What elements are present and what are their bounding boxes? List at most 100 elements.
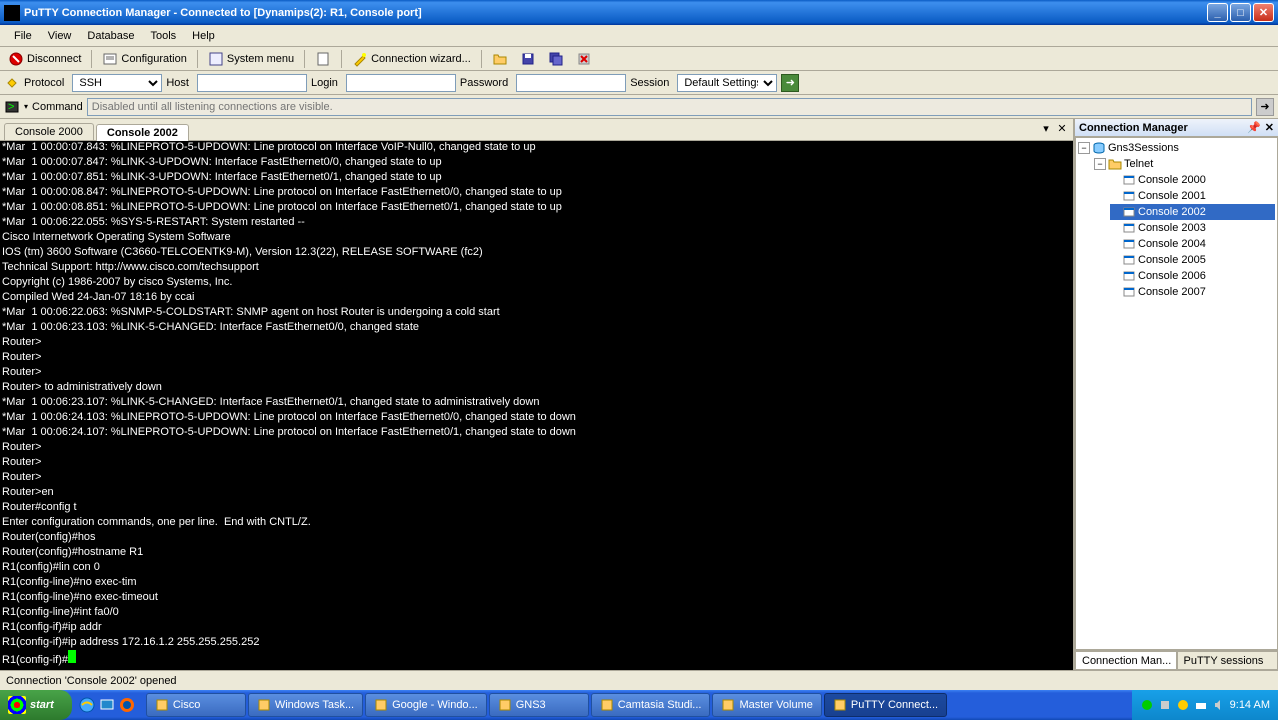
collapse-icon[interactable]: − [1078, 142, 1090, 154]
session-icon [1122, 237, 1136, 251]
menu-view[interactable]: View [40, 28, 80, 44]
app-icon [721, 698, 735, 712]
taskbar-button[interactable]: PuTTY Connect... [824, 693, 947, 717]
new-icon-button[interactable] [311, 49, 335, 69]
save-button[interactable] [516, 49, 540, 69]
close-db-button[interactable] [572, 49, 596, 69]
tree-group-telnet[interactable]: − Telnet [1094, 156, 1275, 172]
session-icon [1122, 269, 1136, 283]
terminal-output[interactable]: *Mar 1 00:00:07.843: %LINEPROTO-5-UPDOWN… [0, 141, 1073, 670]
terminal-line: *Mar 1 00:00:07.847: %LINK-3-UPDOWN: Int… [2, 155, 1071, 170]
save-all-icon [548, 51, 564, 67]
tree-root[interactable]: − Gns3Sessions [1078, 140, 1275, 156]
terminal-line: *Mar 1 00:06:23.103: %LINK-5-CHANGED: In… [2, 320, 1071, 335]
statusbar: Connection 'Console 2002' opened [0, 670, 1278, 690]
configuration-button[interactable]: Configuration [98, 49, 190, 69]
system-tray[interactable]: 9:14 AM [1132, 690, 1278, 720]
close-button[interactable]: ✕ [1253, 3, 1274, 22]
terminal-line: *Mar 1 00:00:07.851: %LINK-3-UPDOWN: Int… [2, 170, 1071, 185]
saveall-button[interactable] [544, 49, 568, 69]
terminal-line: R1(config-line)#no exec-timeout [2, 590, 1071, 605]
tray-icon[interactable] [1176, 698, 1190, 712]
terminal-line: Cisco Internetwork Operating System Soft… [2, 230, 1071, 245]
taskbar-button[interactable]: Camtasia Studi... [591, 693, 711, 717]
session-icon [1122, 189, 1136, 203]
menu-file[interactable]: File [6, 28, 40, 44]
app-icon [155, 698, 169, 712]
status-text: Connection 'Console 2002' opened [6, 675, 177, 687]
terminal-line: Copyright (c) 1986-2007 by cisco Systems… [2, 275, 1071, 290]
taskbar-button[interactable]: Master Volume [712, 693, 821, 717]
tree-session[interactable]: Console 2006 [1110, 268, 1275, 284]
session-select[interactable]: Default Settings [677, 74, 777, 92]
system-menu-icon [208, 51, 224, 67]
tree-session[interactable]: Console 2004 [1110, 236, 1275, 252]
tab-dropdown-button[interactable]: ▾ [1039, 121, 1053, 135]
firefox-icon[interactable] [118, 696, 136, 714]
tab-console-2000[interactable]: Console 2000 [4, 123, 94, 140]
host-input[interactable] [197, 74, 307, 92]
tree-session[interactable]: Console 2003 [1110, 220, 1275, 236]
tray-icon[interactable] [1140, 698, 1154, 712]
terminal-line: Router> [2, 350, 1071, 365]
terminal-line: Technical Support: http://www.cisco.com/… [2, 260, 1071, 275]
terminal-line: *Mar 1 00:00:08.847: %LINEPROTO-5-UPDOWN… [2, 185, 1071, 200]
taskbar-buttons: CiscoWindows Task...Google - Windo...GNS… [142, 693, 1132, 717]
minimize-button[interactable]: _ [1207, 3, 1228, 22]
connect-go-button[interactable]: ➜ [781, 74, 799, 92]
disconnect-button[interactable]: Disconnect [4, 49, 85, 69]
terminal-line: R1(config)#lin con 0 [2, 560, 1071, 575]
terminal-line: *Mar 1 00:06:22.055: %SYS-5-RESTART: Sys… [2, 215, 1071, 230]
ie-icon[interactable] [78, 696, 96, 714]
taskbar-button[interactable]: Cisco [146, 693, 246, 717]
terminal-tabs-bar: Console 2000 Console 2002 ▾ ✕ [0, 119, 1073, 141]
login-input[interactable] [346, 74, 456, 92]
tree-session[interactable]: Console 2001 [1110, 188, 1275, 204]
taskbar-button[interactable]: Google - Windo... [365, 693, 487, 717]
tab-connection-manager[interactable]: Connection Man... [1075, 651, 1177, 670]
collapse-icon[interactable]: − [1094, 158, 1106, 170]
panel-close-button[interactable]: ✕ [1265, 121, 1274, 134]
password-input[interactable] [516, 74, 626, 92]
close-db-icon [576, 51, 592, 67]
desktop-icon[interactable] [98, 696, 116, 714]
terminal-line: Router> [2, 455, 1071, 470]
terminal-line: *Mar 1 00:00:07.843: %LINEPROTO-5-UPDOWN… [2, 141, 1071, 155]
clock[interactable]: 9:14 AM [1230, 699, 1270, 711]
open-button[interactable] [488, 49, 512, 69]
tray-icon[interactable] [1158, 698, 1172, 712]
protocol-label: Protocol [24, 77, 64, 89]
connection-manager-header: Connection Manager 📌 ✕ [1075, 119, 1278, 137]
tab-close-button[interactable]: ✕ [1055, 121, 1069, 135]
protocol-select[interactable]: SSH [72, 74, 162, 92]
panel-bottom-tabs: Connection Man... PuTTY sessions [1075, 650, 1278, 670]
tree-session[interactable]: Console 2000 [1110, 172, 1275, 188]
terminal-line: Router> [2, 335, 1071, 350]
panel-pin-button[interactable]: 📌 [1247, 121, 1261, 134]
new-icon [315, 51, 331, 67]
session-icon [1122, 221, 1136, 235]
connection-tree[interactable]: − Gns3Sessions − Telnet Console 2000Cons… [1075, 137, 1278, 650]
start-button[interactable]: start [0, 690, 72, 720]
system-menu-button[interactable]: System menu [204, 49, 298, 69]
command-go-button[interactable]: ➜ [1256, 98, 1274, 116]
volume-icon[interactable] [1212, 698, 1226, 712]
maximize-button[interactable]: □ [1230, 3, 1251, 22]
session-icon [1122, 205, 1136, 219]
tree-session[interactable]: Console 2007 [1110, 284, 1275, 300]
session-icon [1122, 285, 1136, 299]
tree-session[interactable]: Console 2002 [1110, 204, 1275, 220]
menu-database[interactable]: Database [79, 28, 142, 44]
tab-console-2002[interactable]: Console 2002 [96, 124, 189, 141]
taskbar-button[interactable]: GNS3 [489, 693, 589, 717]
tree-session[interactable]: Console 2005 [1110, 252, 1275, 268]
menu-help[interactable]: Help [184, 28, 223, 44]
command-input[interactable] [87, 98, 1252, 116]
taskbar-button[interactable]: Windows Task... [248, 693, 363, 717]
tray-icon[interactable] [1194, 698, 1208, 712]
tab-putty-sessions[interactable]: PuTTY sessions [1177, 651, 1278, 670]
connection-wizard-button[interactable]: Connection wizard... [348, 49, 475, 69]
menu-tools[interactable]: Tools [142, 28, 184, 44]
host-label: Host [166, 77, 189, 89]
folder-icon [1108, 157, 1122, 171]
